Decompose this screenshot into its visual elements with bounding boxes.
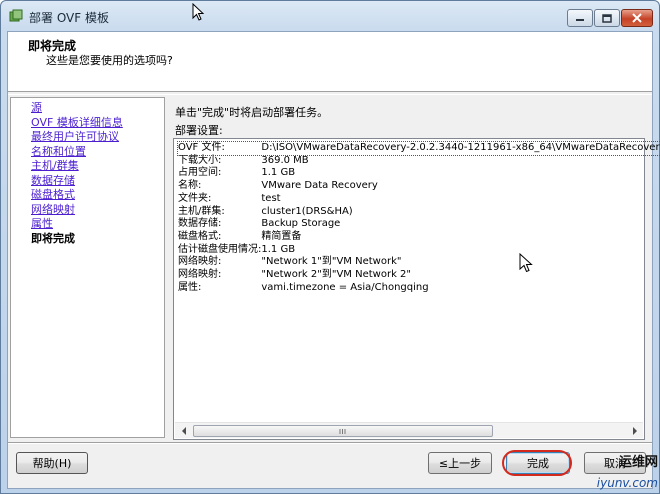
grip-icon (339, 428, 346, 434)
setting-key: 文件夹: (178, 192, 212, 204)
settings-row: 属性: vami.timezone = Asia/Chongqing (178, 282, 660, 295)
step-source[interactable]: 源 (31, 101, 123, 116)
mouse-pointer-icon (519, 253, 533, 273)
setting-value: 1.1 GB (261, 243, 296, 255)
setting-key: 数据存储: (178, 218, 222, 230)
scroll-right-button[interactable] (627, 424, 642, 438)
setting-key: 估计磁盘使用情况: (178, 243, 262, 255)
maximize-icon (602, 13, 612, 23)
wizard-step-list: 源 OVF 模板详细信息 最终用户许可协议 名称和位置 主机/群集 数据存储 磁… (10, 97, 165, 438)
step-properties[interactable]: 属性 (31, 217, 123, 232)
settings-label: 部署设置: (175, 124, 223, 137)
setting-key: 磁盘格式: (178, 230, 222, 242)
close-icon (632, 13, 642, 23)
setting-value: 精简置备 (261, 230, 302, 242)
mouse-pointer-icon (192, 3, 204, 21)
setting-value: 1.1 GB (261, 167, 296, 179)
settings-row: 网络映射: "Network 1"到"VM Network" (178, 256, 660, 269)
settings-row: 下载大小: 369.0 MB (178, 155, 660, 168)
arrow-left-icon (181, 427, 186, 435)
scroll-thumb[interactable] (193, 425, 493, 437)
page-subtitle: 这些是您要使用的选项吗? (46, 54, 173, 67)
header-divider (8, 94, 652, 95)
vsphere-app-icon (9, 9, 23, 23)
settings-row: 占用空间: 1.1 GB (178, 167, 660, 180)
settings-row: 数据存储: Backup Storage (178, 218, 660, 231)
setting-key: 主机/群集: (178, 205, 225, 217)
minimize-icon (576, 19, 584, 21)
scroll-left-button[interactable] (176, 424, 191, 438)
arrow-right-icon (632, 427, 637, 435)
wizard-window: 部署 OVF 模板 即将完成 这些是您要使用的选项吗? 源 OVF 模板详细信息… (0, 0, 660, 494)
setting-key: 属性: (178, 281, 202, 293)
setting-value: 369.0 MB (261, 154, 309, 166)
settings-row: 磁盘格式: 精简置备 (178, 231, 660, 244)
setting-value: Backup Storage (261, 218, 341, 230)
watermark-brand: 运维网 (618, 455, 658, 470)
setting-key: 下载大小: (178, 154, 222, 166)
window-title: 部署 OVF 模板 (29, 11, 109, 25)
step-network-mapping[interactable]: 网络映射 (31, 203, 123, 218)
wizard-header: 即将完成 这些是您要使用的选项吗? (8, 32, 652, 92)
minimize-button[interactable] (567, 9, 593, 27)
close-button[interactable] (621, 9, 653, 27)
setting-key: OVF 文件: (178, 142, 225, 153)
horizontal-scrollbar[interactable] (175, 422, 643, 438)
setting-value: "Network 2"到"VM Network 2" (261, 269, 412, 281)
setting-value: test (261, 192, 281, 204)
step-ovf-details[interactable]: OVF 模板详细信息 (31, 116, 123, 131)
setting-value: vami.timezone = Asia/Chongqing (261, 281, 429, 293)
setting-value: VMware Data Recovery (261, 180, 378, 192)
intro-text: 单击"完成"时将启动部署任务。 (175, 106, 329, 119)
settings-list[interactable]: OVF 文件: D:\ISO\VMwareDataRecovery-2.0.2.3… (173, 138, 660, 440)
settings-row: OVF 文件: D:\ISO\VMwareDataRecovery-2.0.2.3… (177, 141, 660, 156)
maximize-button[interactable] (594, 9, 620, 27)
wizard-client-area: 即将完成 这些是您要使用的选项吗? 源 OVF 模板详细信息 最终用户许可协议 … (7, 31, 660, 489)
settings-row: 网络映射: "Network 2"到"VM Network 2" (178, 269, 660, 282)
help-button[interactable]: 帮助(H) (16, 452, 88, 474)
setting-key: 网络映射: (178, 269, 222, 281)
watermark-url: iyunv.com (596, 476, 658, 490)
settings-row: 名称: VMware Data Recovery (178, 180, 660, 193)
footer-divider (8, 442, 652, 444)
settings-row: 主机/群集: cluster1(DRS&HA) (178, 206, 660, 219)
setting-key: 名称: (178, 180, 202, 192)
step-host-cluster[interactable]: 主机/群集 (31, 159, 123, 174)
settings-row: 估计磁盘使用情况: 1.1 GB (178, 244, 660, 257)
setting-key: 网络映射: (178, 256, 222, 268)
step-name-location[interactable]: 名称和位置 (31, 145, 123, 160)
step-datastore[interactable]: 数据存储 (31, 174, 123, 189)
setting-key: 占用空间: (178, 167, 222, 179)
title-bar[interactable]: 部署 OVF 模板 (1, 1, 659, 31)
settings-table: OVF 文件: D:\ISO\VMwareDataRecovery-2.0.2.3… (177, 141, 660, 295)
setting-value: cluster1(DRS&HA) (261, 205, 353, 217)
setting-value: "Network 1"到"VM Network" (261, 256, 402, 268)
back-button[interactable]: ≤上一步 (428, 452, 492, 474)
step-disk-format[interactable]: 磁盘格式 (31, 188, 123, 203)
watermark: 运维网 iyunv.com (584, 451, 658, 490)
step-ready-to-complete: 即将完成 (31, 231, 75, 245)
settings-row: 文件夹: test (178, 193, 660, 206)
step-eula[interactable]: 最终用户许可协议 (31, 130, 123, 145)
setting-value: D:\ISO\VMwareDataRecovery-2.0.2.3440-121… (261, 142, 660, 153)
finish-button[interactable]: 完成 (506, 452, 570, 474)
